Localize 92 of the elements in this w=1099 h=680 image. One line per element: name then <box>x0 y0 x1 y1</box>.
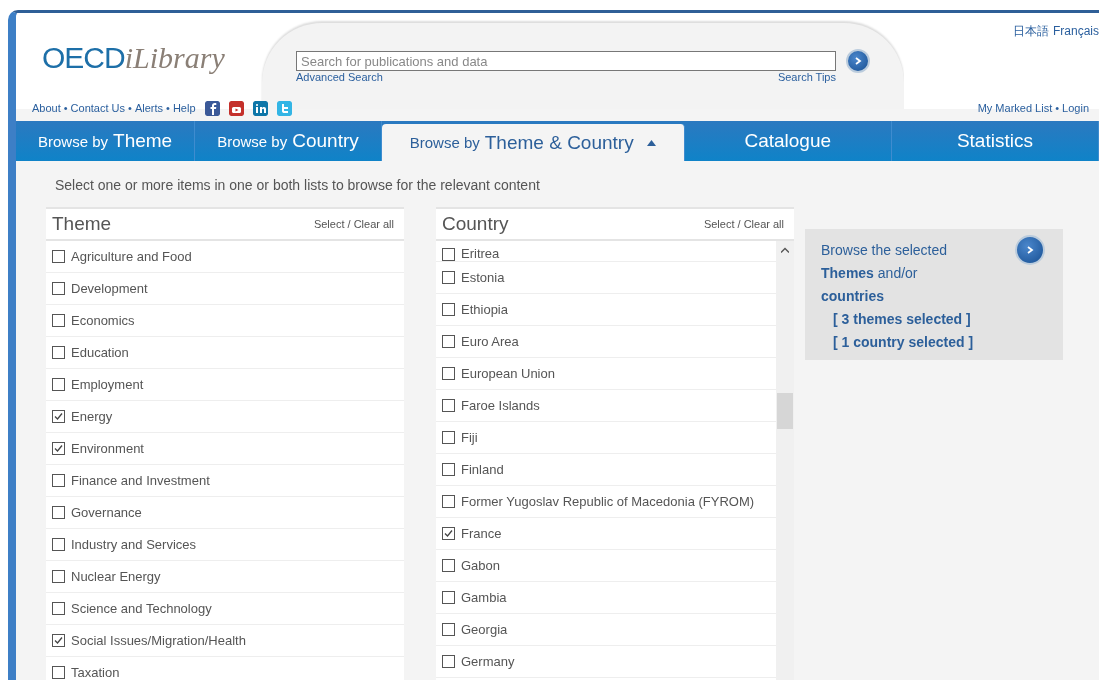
browse-button[interactable] <box>1015 235 1045 265</box>
checkbox[interactable] <box>442 248 455 261</box>
list-item-label: Development <box>71 281 148 296</box>
nav-tab[interactable]: Browse by Country <box>195 121 382 161</box>
checkbox[interactable] <box>52 410 65 423</box>
checkbox[interactable] <box>52 570 65 583</box>
checkbox[interactable] <box>442 399 455 412</box>
checkbox[interactable] <box>442 271 455 284</box>
checkbox[interactable] <box>442 527 455 540</box>
list-item-label: Euro Area <box>461 334 519 349</box>
separator-dot: • <box>63 102 68 114</box>
list-title: Theme <box>52 213 112 235</box>
select-clear-link[interactable]: Select / Clear all <box>703 218 784 230</box>
nav-tab[interactable]: Browse by Theme <box>16 121 196 161</box>
checkbox[interactable] <box>442 559 455 572</box>
list-item-label: Ethiopia <box>461 302 508 317</box>
logo[interactable]: OECDiLibrary <box>42 41 225 75</box>
nav-tab[interactable]: Statistics <box>891 121 1099 161</box>
list-item-label: Gambia <box>461 590 507 605</box>
list-item-label: Fiji <box>461 430 478 445</box>
select-clear-link[interactable]: Select / Clear all <box>313 218 394 230</box>
checkbox[interactable] <box>52 666 65 679</box>
search-tips-link[interactable]: Search Tips <box>777 71 836 83</box>
separator-dot: • <box>166 102 170 114</box>
list-item-label: European Union <box>461 366 555 381</box>
chevron-icon <box>853 56 863 66</box>
list-item-label: Georgia <box>461 622 508 637</box>
instruction-text: Select one or more items in one or both lists to browse for the relevant content <box>55 177 541 193</box>
checkbox[interactable] <box>52 442 65 455</box>
list-item-label: Finance and Investment <box>71 473 210 488</box>
checkbox[interactable] <box>442 303 455 316</box>
list-item-label: Employment <box>71 377 144 392</box>
checkbox[interactable] <box>442 431 455 444</box>
checkbox[interactable] <box>52 314 65 327</box>
selection-link[interactable]: [ 3 themes selected ] <box>833 308 1049 331</box>
checkbox[interactable] <box>52 378 65 391</box>
search-field[interactable]: Search for publications and data <box>296 51 836 71</box>
advanced-search-link[interactable]: Advanced Search <box>296 71 383 83</box>
list-item-label: Taxation <box>71 665 120 680</box>
list-item-label: Education <box>71 345 129 360</box>
checkbox[interactable] <box>442 591 455 604</box>
scrollbar-thumb[interactable] <box>777 393 793 429</box>
list-item-label: Nuclear Energy <box>71 569 161 584</box>
separator-dot: • <box>1055 102 1060 114</box>
selection-link[interactable]: [ 1 country selected ] <box>833 331 1049 354</box>
list-item-label: Finland <box>461 462 504 477</box>
checkbox[interactable] <box>52 346 65 359</box>
checkbox[interactable] <box>52 602 65 615</box>
nav-tab[interactable]: Browse by Theme & Country <box>381 124 685 161</box>
list-item-label: Agriculture and Food <box>71 249 192 264</box>
checkbox[interactable] <box>442 623 455 636</box>
list-title: Country <box>442 213 509 235</box>
header-link[interactable]: Alerts <box>134 102 163 114</box>
list-item-label: Economics <box>71 313 135 328</box>
caret-up-icon[interactable] <box>781 247 789 253</box>
list-item-label: Faroe Islands <box>461 398 540 413</box>
header-link[interactable]: My Marked List <box>977 102 1053 114</box>
nav-tab[interactable]: Catalogue <box>684 121 892 161</box>
list-item-label: Germany <box>461 654 515 669</box>
checkbox[interactable] <box>442 463 455 476</box>
list-item-label: Science and Technology <box>71 601 212 616</box>
header-link[interactable]: Help <box>172 102 196 114</box>
list-item-label: Energy <box>71 409 113 424</box>
checkbox[interactable] <box>442 367 455 380</box>
checkbox[interactable] <box>52 506 65 519</box>
list-item-label: Environment <box>71 441 144 456</box>
checkbox[interactable] <box>52 474 65 487</box>
list-item-label: Eritrea <box>461 246 500 261</box>
list-item-label: Estonia <box>461 270 505 285</box>
header-link[interactable]: Contact Us <box>70 102 126 114</box>
browse-text: Browse the selected Themes and/or countries <box>821 241 949 306</box>
checkbox[interactable] <box>52 250 65 263</box>
separator-dot: • <box>128 102 132 114</box>
list-item-label: Former Yugoslav Republic of Macedonia (FYROM) <box>461 494 755 509</box>
list-item-label: Governance <box>71 505 142 520</box>
checkbox[interactable] <box>52 538 65 551</box>
checkbox[interactable] <box>52 282 65 295</box>
list-item-label: France <box>461 526 502 541</box>
list-item-label: Industry and Services <box>71 537 196 552</box>
language-link[interactable]: 日本語 <box>1013 24 1049 38</box>
checkbox[interactable] <box>52 634 65 647</box>
header-link[interactable]: Login <box>1062 102 1089 114</box>
search-button[interactable] <box>846 49 870 73</box>
list-item-label: Gabon <box>461 558 501 573</box>
caret-icon <box>646 139 656 146</box>
checkbox[interactable] <box>442 655 455 668</box>
checkbox[interactable] <box>442 495 455 508</box>
list-item-label: Social Issues/Migration/Health <box>71 633 246 648</box>
checkbox[interactable] <box>442 335 455 348</box>
language-link[interactable]: Français <box>1053 24 1099 38</box>
chevron-icon <box>1025 245 1035 255</box>
header-link[interactable]: About <box>32 102 61 114</box>
